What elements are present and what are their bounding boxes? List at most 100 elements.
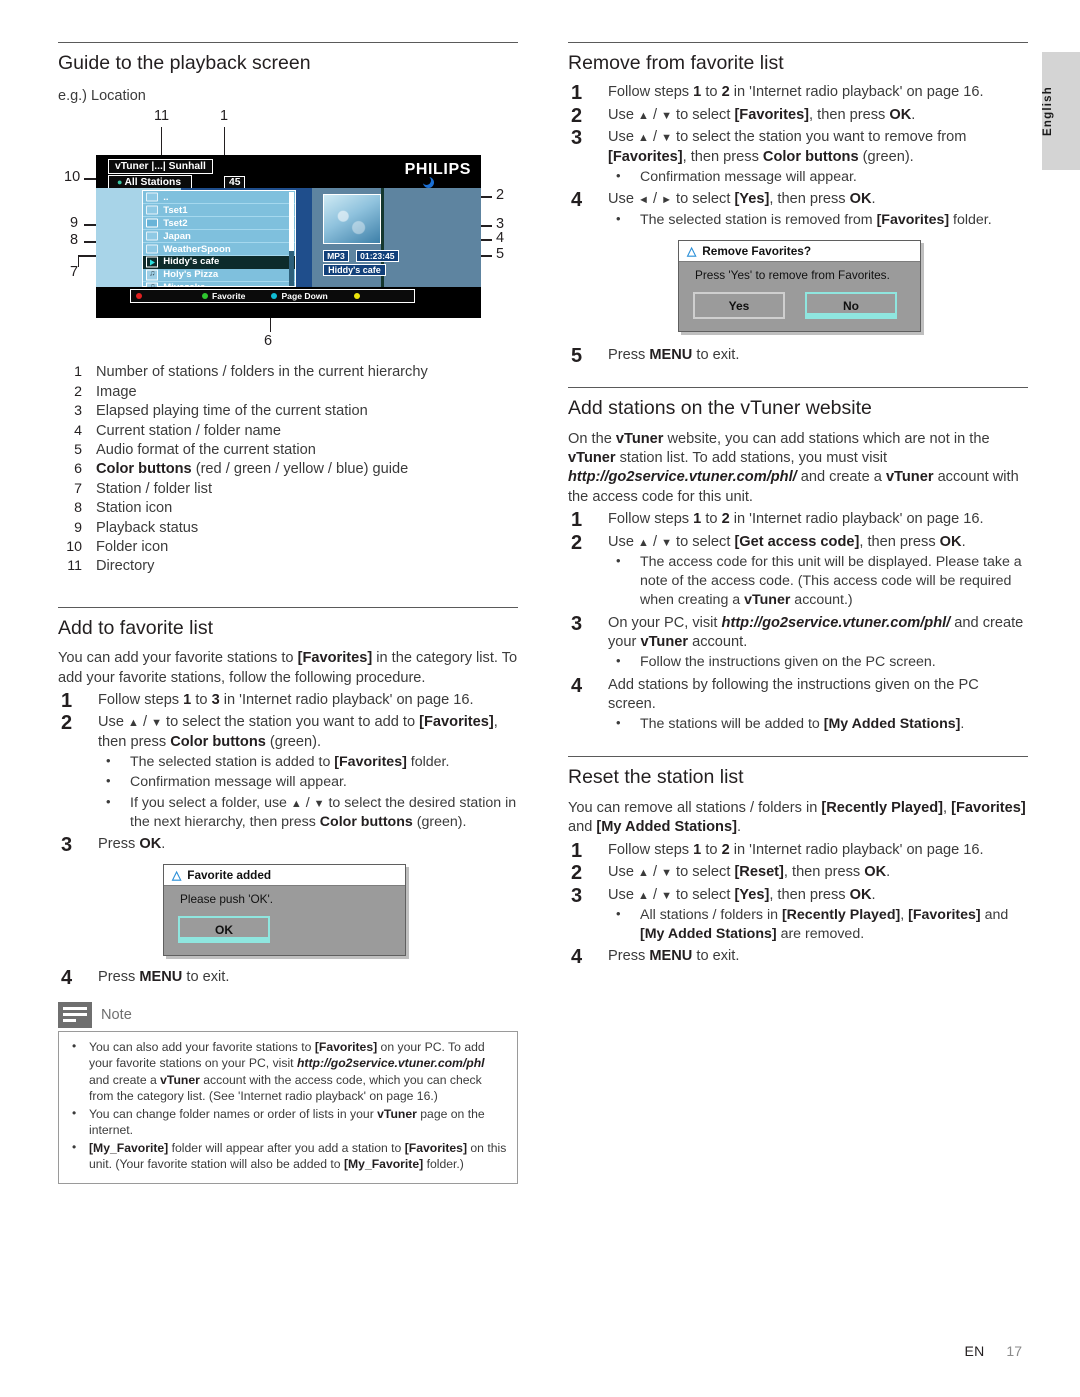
philips-logo: PHILIPS <box>404 161 471 179</box>
yes-button[interactable]: Yes <box>693 291 785 319</box>
list-item[interactable]: WeatherSpoon <box>143 243 296 256</box>
section-heading-reset-list: Reset the station list <box>568 756 1028 789</box>
step-bullets: Follow the instructions given on the PC … <box>608 652 1028 672</box>
list-scrollbar-thumb[interactable] <box>289 192 295 252</box>
step-text: Use ▲ / ▼ to select [Get access code], t… <box>608 533 966 550</box>
callout-5: 5 <box>496 246 505 263</box>
step-number: 3 <box>571 127 583 150</box>
step-number: 5 <box>571 344 583 367</box>
legend-item: 8 Station icon <box>58 499 518 518</box>
step-item: 4 Add stations by following the instruct… <box>568 675 1028 735</box>
elapsed-time: 01:23:45 <box>356 250 399 263</box>
note-header: Note <box>58 1001 518 1028</box>
list-item[interactable]: Japan <box>143 230 296 244</box>
step-bullets: The access code for this unit will be di… <box>608 552 1028 611</box>
play-icon <box>146 256 159 268</box>
language-tab-label: English <box>1042 86 1054 136</box>
step-text: Follow steps 1 to 2 in 'Internet radio p… <box>608 84 984 101</box>
footer-page-number: 17 <box>1006 1343 1022 1359</box>
step-text: Press MENU to exit. <box>98 969 230 986</box>
color-buttons-guide: Favorite Page Down <box>130 289 415 304</box>
step-text: Follow steps 1 to 2 in 'Internet radio p… <box>608 511 984 528</box>
bullet-item: Confirmation message will appear. <box>608 167 1028 187</box>
callout-9: 9 <box>70 215 79 232</box>
ok-button[interactable]: OK <box>178 916 270 944</box>
list-item-label: Tset2 <box>163 217 188 229</box>
callout-8: 8 <box>70 232 79 249</box>
legend-item: 11 Directory <box>58 557 518 576</box>
step-item: 2 Use ▲ / ▼ to select [Reset], then pres… <box>568 862 1028 884</box>
step-text: Use ▲ / ▼ to select the station you want… <box>608 129 967 165</box>
step-text: Follow steps 1 to 3 in 'Internet radio p… <box>98 692 474 709</box>
list-item[interactable]: .. <box>143 191 296 205</box>
blue-button-icon[interactable] <box>271 293 278 300</box>
step-text: Press MENU to exit. <box>608 346 740 363</box>
step-item: 4 Press MENU to exit. <box>58 967 518 989</box>
step-item: 1 Follow steps 1 to 2 in 'Internet radio… <box>568 82 1028 104</box>
footer-locale: EN <box>964 1343 985 1359</box>
list-item[interactable]: Tset2 <box>143 217 296 231</box>
legend-item: 10 Folder icon <box>58 538 518 557</box>
bullet-item: Confirmation message will appear. <box>98 772 518 792</box>
note-item: You can change folder names or order of … <box>63 1105 508 1139</box>
legend-text: Elapsed playing time of the current stat… <box>96 403 368 420</box>
step-text: Use ▲ / ▼ to select [Favorites], then pr… <box>608 106 916 123</box>
step-item: 3 Use ▲ / ▼ to select the station you wa… <box>568 127 1028 187</box>
legend-number: 6 <box>74 461 82 478</box>
album-art-image <box>323 194 382 245</box>
folder-icon <box>146 231 159 241</box>
bullet-item: The selected station is added to [Favori… <box>98 752 518 772</box>
tv-screen-mock: PHILIPS vTuner |...| Sunhall ● All Statio… <box>96 155 481 319</box>
tv-header-bar: PHILIPS vTuner |...| Sunhall ● All Statio… <box>96 155 481 191</box>
callout-4: 4 <box>496 230 505 247</box>
step-item: 4 Use ◄ / ► to select [Yes], then press … <box>568 189 1028 230</box>
bullet-item: The stations will be added to [My Added … <box>608 714 1028 734</box>
red-button-icon[interactable] <box>136 293 142 300</box>
section-heading-add-stations: Add stations on the vTuner website <box>568 387 1028 420</box>
legend-item: 1 Number of stations / folders in the cur… <box>58 363 518 382</box>
folder-icon <box>146 218 159 228</box>
green-button-icon[interactable] <box>202 293 208 300</box>
dialog-title: Favorite added <box>187 868 272 883</box>
legend-number: 11 <box>67 558 82 575</box>
leader-7-v <box>78 255 80 268</box>
step-text: Add stations by following the instructio… <box>608 676 979 712</box>
legend-text: Folder icon <box>96 539 169 556</box>
legend-text: Playback status <box>96 519 199 536</box>
list-item-label: Holy's Pizza <box>163 269 219 281</box>
legend-item: 9 Playback status <box>58 519 518 538</box>
no-button[interactable]: No <box>805 291 897 319</box>
list-item-selected[interactable]: Hiddy's cafe <box>143 256 296 269</box>
step-item: 2 Use ▲ / ▼ to select [Get access code],… <box>568 532 1028 611</box>
bullet-item: Follow the instructions given on the PC … <box>608 652 1028 672</box>
step-number: 3 <box>571 612 583 635</box>
step-bullets: Confirmation message will appear. <box>608 167 1028 187</box>
callout-6: 6 <box>264 333 273 350</box>
yellow-button-icon[interactable] <box>353 293 360 300</box>
add-favorite-steps-cont: 4 Press MENU to exit. <box>58 967 518 989</box>
step-text: On your PC, visit http://go2service.vtun… <box>608 614 1024 650</box>
section-heading-add-favorite: Add to favorite list <box>58 606 518 640</box>
legend-number: 7 <box>74 480 82 497</box>
dialog-title-bar: △ Remove Favorites? <box>679 240 920 262</box>
station-folder-list[interactable]: .. Tset1 Tset2 Japan WeatherSpoon Hiddy'… <box>142 190 297 295</box>
list-item[interactable]: Holy's Pizza <box>143 268 296 282</box>
step-item: 1 Follow steps 1 to 2 in 'Internet radio… <box>568 509 1028 531</box>
dialog-message: Press 'Yes' to remove from Favorites. <box>695 267 890 282</box>
step-text: Press OK. <box>98 835 166 852</box>
legend-number: 1 <box>74 364 82 381</box>
step-bullets: All stations / folders in [Recently Play… <box>608 905 1028 944</box>
green-button-label: Favorite <box>212 291 246 302</box>
list-item[interactable]: Tset1 <box>143 204 296 218</box>
callout-10: 10 <box>64 169 81 186</box>
legend-number: 9 <box>74 519 82 536</box>
tv-content-area: .. Tset1 Tset2 Japan WeatherSpoon Hiddy'… <box>96 188 481 295</box>
step-number: 3 <box>571 884 583 907</box>
dialog-buttons: OK <box>164 906 405 955</box>
legend-text: Number of stations / folders in the curr… <box>96 364 428 381</box>
bullet-item: If you select a folder, use ▲ / ▼ to sel… <box>98 793 518 832</box>
leaf-icon: ● <box>117 177 123 188</box>
add-favorite-steps: 1 Follow steps 1 to 3 in 'Internet radio… <box>58 690 518 856</box>
legend-text: Audio format of the current station <box>96 442 316 459</box>
bullet-item: The selected station is removed from [Fa… <box>608 210 1028 230</box>
